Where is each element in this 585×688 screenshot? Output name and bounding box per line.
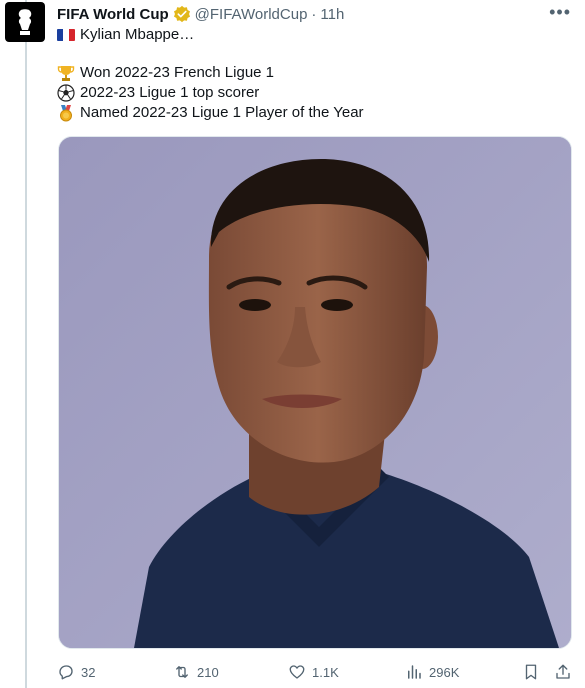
more-icon[interactable]: ••• — [549, 2, 571, 23]
tweet-actions: 32 210 1.1K 296K — [57, 662, 575, 682]
tweet-subtitle-row: Kylian Mbappe… — [57, 26, 194, 43]
view-count: 296K — [429, 664, 460, 680]
separator-dot: · — [311, 5, 317, 23]
like-count: 1.1K — [312, 664, 339, 680]
tweet-line-text: 2022-23 Ligue 1 top scorer — [80, 84, 260, 101]
share-icon — [556, 664, 570, 679]
analytics-icon — [408, 665, 421, 679]
soccer-ball-icon — [57, 84, 75, 102]
player-portrait-image — [59, 137, 571, 648]
tweet-time[interactable]: 11h — [320, 6, 344, 23]
tweet-line: Won 2022-23 French Ligue 1 — [57, 63, 364, 83]
retweet-button[interactable]: 210 — [173, 662, 219, 682]
tweet-line-text: Named 2022-23 Ligue 1 Player of the Year — [80, 104, 364, 121]
reply-button[interactable]: 32 — [57, 662, 95, 682]
author-handle[interactable]: @FIFAWorldCup — [195, 6, 308, 23]
reply-icon — [59, 665, 73, 680]
bookmark-button[interactable] — [522, 662, 546, 682]
tweet-header: FIFA World Cup @FIFAWorldCup · 11h ••• — [57, 2, 571, 24]
reply-count: 32 — [81, 664, 96, 680]
tweet-line: 2022-23 Ligue 1 top scorer — [57, 83, 364, 103]
retweet-icon — [176, 666, 188, 678]
trophy-icon — [57, 66, 75, 81]
tweet-line: Named 2022-23 Ligue 1 Player of the Year — [57, 103, 364, 123]
france-flag-icon — [57, 28, 75, 41]
bookmark-icon — [525, 664, 537, 680]
like-button[interactable]: 1.1K — [288, 662, 339, 682]
views-button[interactable]: 296K — [405, 662, 459, 682]
fifa-avatar[interactable] — [5, 2, 45, 42]
author-name[interactable]: FIFA World Cup — [57, 6, 169, 23]
retweet-count: 210 — [197, 664, 219, 680]
thread-line — [25, 0, 27, 688]
heart-icon — [289, 665, 305, 679]
share-button[interactable] — [554, 662, 578, 682]
tweet-line-text: Won 2022-23 French Ligue 1 — [80, 64, 275, 81]
tweet-subtitle: Kylian Mbappe… — [80, 26, 195, 43]
world-cup-logo-icon — [12, 7, 38, 37]
tweet-body: Won 2022-23 French Ligue 1 2022-23 Ligue… — [57, 63, 364, 123]
medal-icon — [60, 105, 72, 122]
tweet-photo[interactable] — [58, 136, 572, 649]
verified-badge-icon — [173, 5, 190, 23]
